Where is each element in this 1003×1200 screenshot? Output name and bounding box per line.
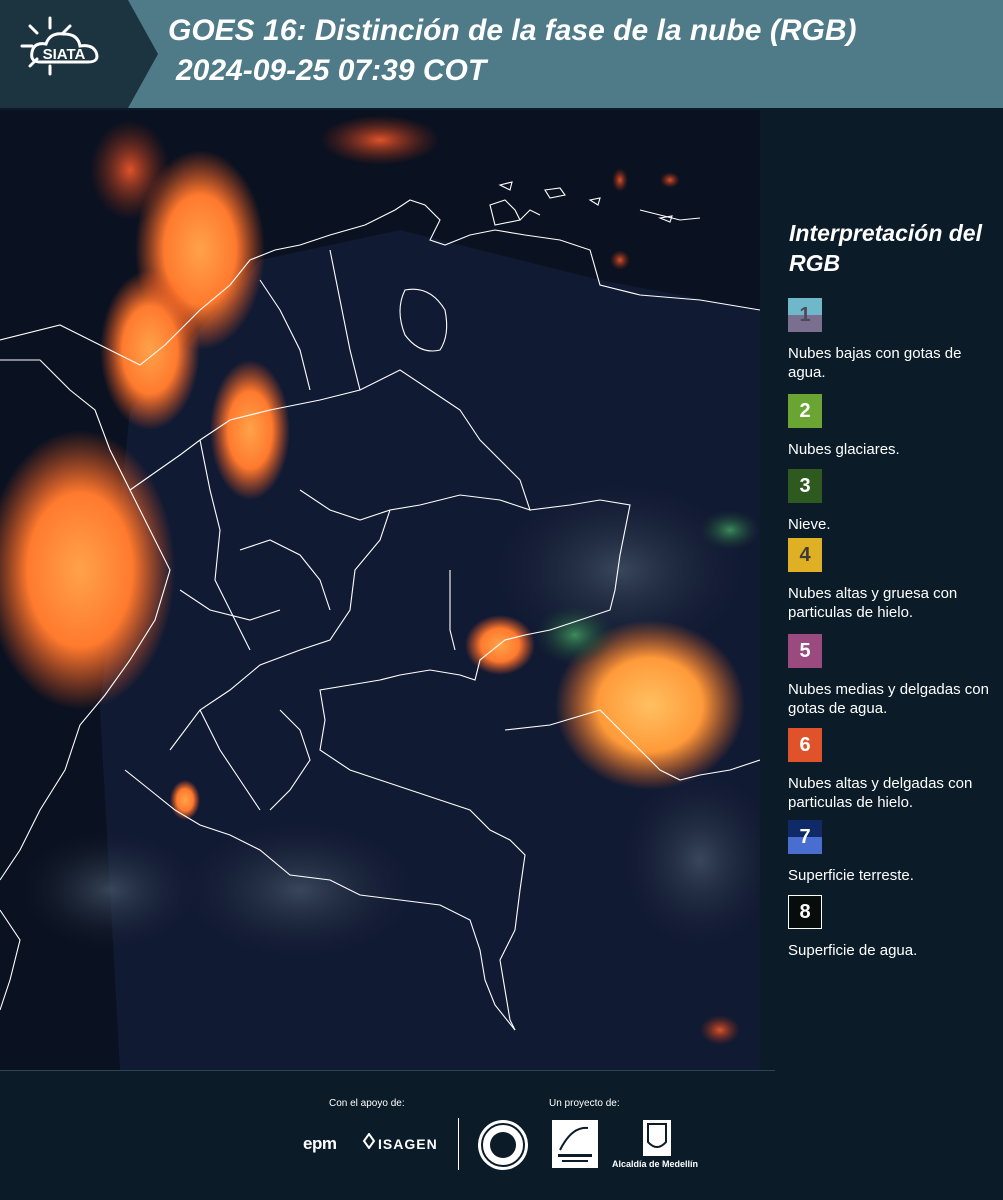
legend-item-1: 1 Nubes bajas con gotas de agua.	[788, 298, 998, 382]
legend-label-2: Nubes glaciares.	[788, 441, 900, 458]
project-label: Un proyecto de:	[549, 1098, 620, 1109]
isagen-logo: ISAGEN	[378, 1136, 438, 1152]
footer-vertical-divider	[458, 1118, 459, 1170]
legend-swatch-6: 6	[788, 728, 822, 762]
legend-swatch-8: 8	[788, 895, 822, 929]
siata-logo: SIATA	[0, 0, 158, 108]
legend-title: Interpretación del RGB	[789, 220, 982, 276]
legend-item-4: 4 Nubes altas y gruesa con particulas de…	[788, 538, 998, 622]
footer: Con el apoyo de: Un proyecto de: epm ISA…	[0, 1070, 1003, 1200]
svg-text:SIATA: SIATA	[43, 46, 86, 63]
seal-icon	[478, 1120, 528, 1170]
legend-swatch-3: 3	[788, 469, 822, 503]
legend-panel: Interpretación del RGB 1 Nubes bajas con…	[762, 110, 1003, 1070]
legend-item-2: 2 Nubes glaciares.	[788, 394, 998, 459]
legend-label-7: Superficie terreste.	[788, 867, 914, 884]
page-title: GOES 16: Distinción de la fase de la nub…	[168, 14, 857, 47]
legend-item-3: 3 Nieve.	[788, 469, 998, 534]
legend-item-5: 5 Nubes medias y delgadas con gotas de a…	[788, 634, 998, 718]
support-label: Con el apoyo de:	[329, 1098, 405, 1109]
alcaldia-label: Alcaldía de Medellín	[612, 1159, 699, 1169]
legend-label-4: Nubes altas y gruesa con particulas de h…	[788, 585, 958, 621]
timestamp: 2024-09-25 07:39 COT	[176, 54, 487, 87]
legend-swatch-2: 2	[788, 394, 822, 428]
legend-item-7: 7 Superficie terreste.	[788, 820, 998, 885]
legend-item-8: 8 Superficie de agua.	[788, 895, 998, 960]
legend-swatch-5: 5	[788, 634, 822, 668]
legend-label-3: Nieve.	[788, 516, 831, 533]
legend-swatch-1: 1	[788, 298, 822, 332]
legend-label-1: Nubes bajas con gotas de agua.	[788, 345, 962, 381]
epm-logo: epm	[303, 1134, 337, 1153]
legend-label-5: Nubes medias y delgadas con gotas de agu…	[788, 681, 989, 717]
legend-label-6: Nubes altas y delgadas con particulas de…	[788, 775, 973, 811]
area-metropolitana-logo	[552, 1120, 598, 1168]
legend-swatch-7: 7	[788, 820, 822, 854]
satellite-map[interactable]	[0, 110, 760, 1070]
footer-divider	[0, 1070, 775, 1071]
legend-item-6: 6 Nubes altas y delgadas con particulas …	[788, 728, 998, 812]
isagen-mark-icon	[362, 1133, 376, 1149]
header: SIATA GOES 16: Distinción de la fase de …	[0, 0, 1003, 108]
legend-swatch-4: 4	[788, 538, 822, 572]
legend-label-8: Superficie de agua.	[788, 942, 918, 959]
alcaldia-shield-icon	[643, 1120, 671, 1156]
